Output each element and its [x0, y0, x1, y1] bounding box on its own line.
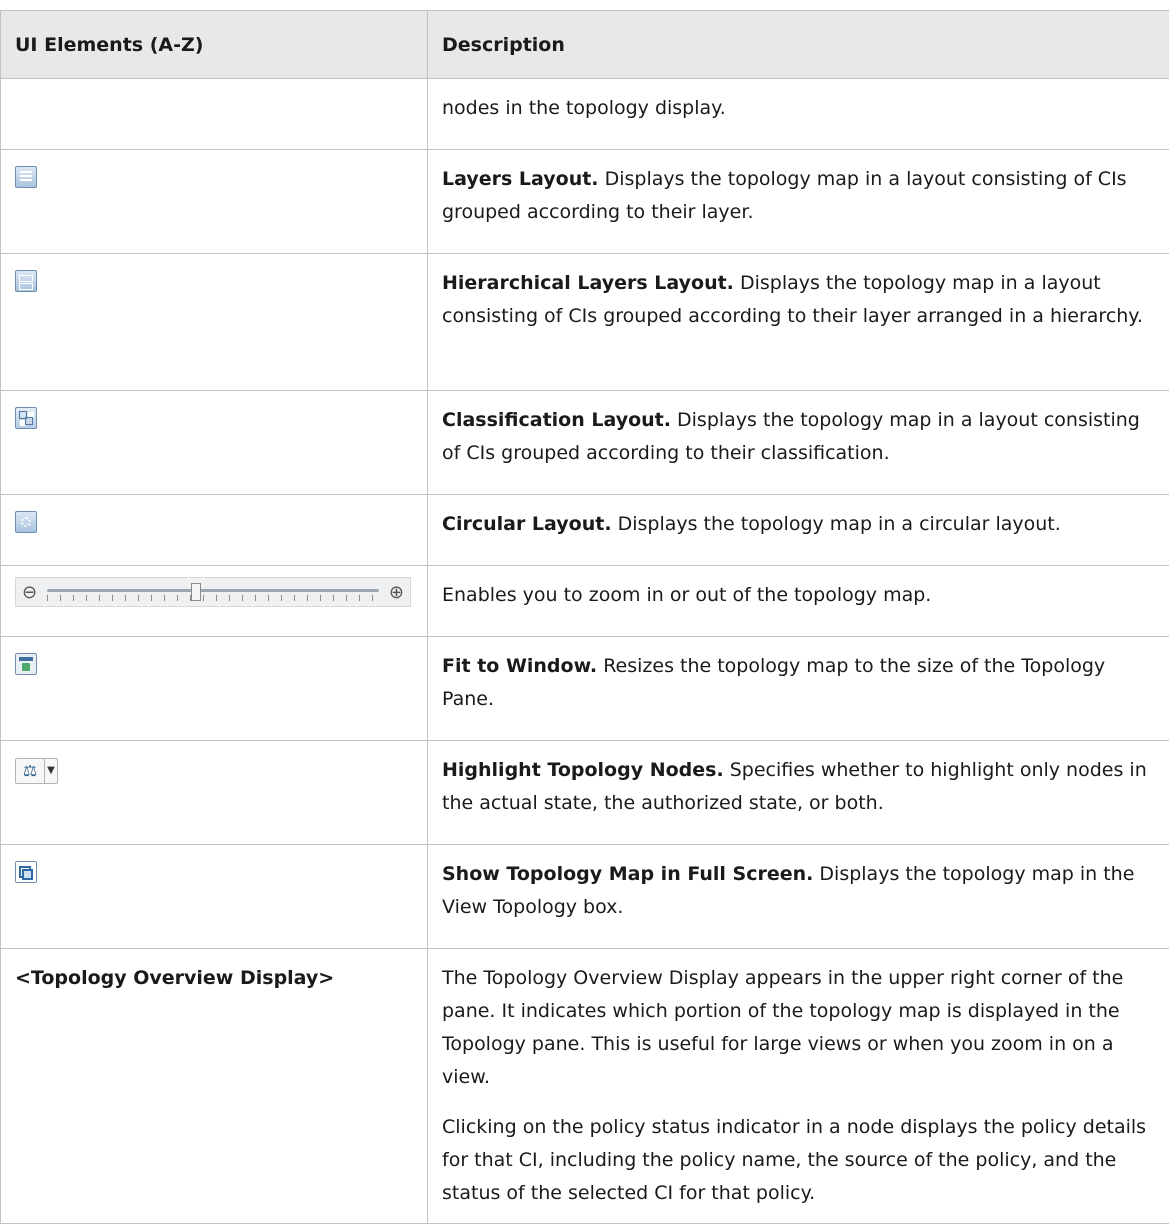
ui-element-cell: <Topology Overview Display>: [0, 948, 428, 1224]
column-header-ui-elements: UI Elements (A-Z): [0, 10, 428, 79]
table-row: Layers Layout. Displays the topology map…: [0, 149, 1169, 254]
description-cell: The Topology Overview Display appears in…: [427, 948, 1169, 1224]
element-title: Classification Layout.: [442, 409, 671, 431]
layers-layout-icon[interactable]: [15, 166, 37, 188]
table-row: ⚖ ▼ Highlight Topology Nodes. Specifies …: [0, 740, 1169, 845]
scales-icon: ⚖: [22, 761, 38, 780]
element-title: Hierarchical Layers Layout.: [442, 272, 734, 294]
zoom-track[interactable]: [47, 583, 379, 601]
description-cell: Fit to Window. Resizes the topology map …: [427, 636, 1169, 741]
element-title: Layers Layout.: [442, 168, 599, 190]
description-paragraph: The Topology Overview Display appears in…: [442, 967, 1124, 1088]
zoom-slider[interactable]: ⊖ ⊕: [15, 577, 411, 607]
ui-element-cell: [0, 253, 428, 391]
ui-elements-table: UI Elements (A-Z) Description nodes in t…: [0, 10, 1169, 1224]
ui-element-cell: [0, 149, 428, 254]
description-cell: Layers Layout. Displays the topology map…: [427, 149, 1169, 254]
zoom-in-icon[interactable]: ⊕: [389, 576, 404, 609]
description-paragraph: Clicking on the policy status indicator …: [442, 1116, 1147, 1204]
table-row: nodes in the topology display.: [0, 78, 1169, 150]
circular-layout-icon[interactable]: [15, 511, 37, 533]
column-header-description: Description: [427, 10, 1169, 79]
description-cell: Show Topology Map in Full Screen. Displa…: [427, 844, 1169, 949]
classification-layout-icon[interactable]: [15, 407, 37, 429]
ui-element-cell: [0, 636, 428, 741]
ui-element-cell: [0, 390, 428, 495]
element-title: Highlight Topology Nodes.: [442, 759, 724, 781]
ui-element-cell: ⊖ ⊕: [0, 565, 428, 637]
description-cell: Circular Layout. Displays the topology m…: [427, 494, 1169, 566]
description-cell: Classification Layout. Displays the topo…: [427, 390, 1169, 495]
table-row: Circular Layout. Displays the topology m…: [0, 494, 1169, 566]
zoom-thumb[interactable]: [191, 583, 202, 601]
zoom-out-icon[interactable]: ⊖: [22, 576, 37, 609]
element-title: Circular Layout.: [442, 513, 612, 535]
table-row: Fit to Window. Resizes the topology map …: [0, 636, 1169, 741]
element-title: Fit to Window.: [442, 655, 598, 677]
description-cell: Hierarchical Layers Layout. Displays the…: [427, 253, 1169, 391]
highlight-topology-nodes-dropdown[interactable]: ⚖ ▼: [15, 758, 58, 784]
hierarchical-layers-layout-icon[interactable]: [15, 270, 37, 292]
dropdown-arrow-icon[interactable]: ▼: [44, 759, 57, 783]
ui-element-cell: ⚖ ▼: [0, 740, 428, 845]
description-cell: nodes in the topology display.: [427, 78, 1169, 150]
ui-element-cell: [0, 844, 428, 949]
table-row: ⊖ ⊕ Enables you to zoom in or out of the…: [0, 565, 1169, 637]
fit-to-window-icon[interactable]: [15, 653, 37, 675]
table-row: Classification Layout. Displays the topo…: [0, 390, 1169, 495]
element-title: Show Topology Map in Full Screen.: [442, 863, 814, 885]
description-cell: Enables you to zoom in or out of the top…: [427, 565, 1169, 637]
table-row: <Topology Overview Display> The Topology…: [0, 948, 1169, 1224]
ui-element-cell: [0, 494, 428, 566]
full-screen-icon[interactable]: [15, 861, 37, 883]
description-text: Displays the topology map in a circular …: [611, 513, 1061, 535]
description-text: nodes in the topology display.: [442, 97, 726, 119]
description-text: Enables you to zoom in or out of the top…: [442, 584, 932, 606]
description-cell: Highlight Topology Nodes. Specifies whet…: [427, 740, 1169, 845]
element-title: <Topology Overview Display>: [15, 967, 335, 989]
table-row: Show Topology Map in Full Screen. Displa…: [0, 844, 1169, 949]
table-header-row: UI Elements (A-Z) Description: [0, 10, 1169, 79]
ui-element-cell: [0, 78, 428, 150]
table-row: Hierarchical Layers Layout. Displays the…: [0, 253, 1169, 391]
